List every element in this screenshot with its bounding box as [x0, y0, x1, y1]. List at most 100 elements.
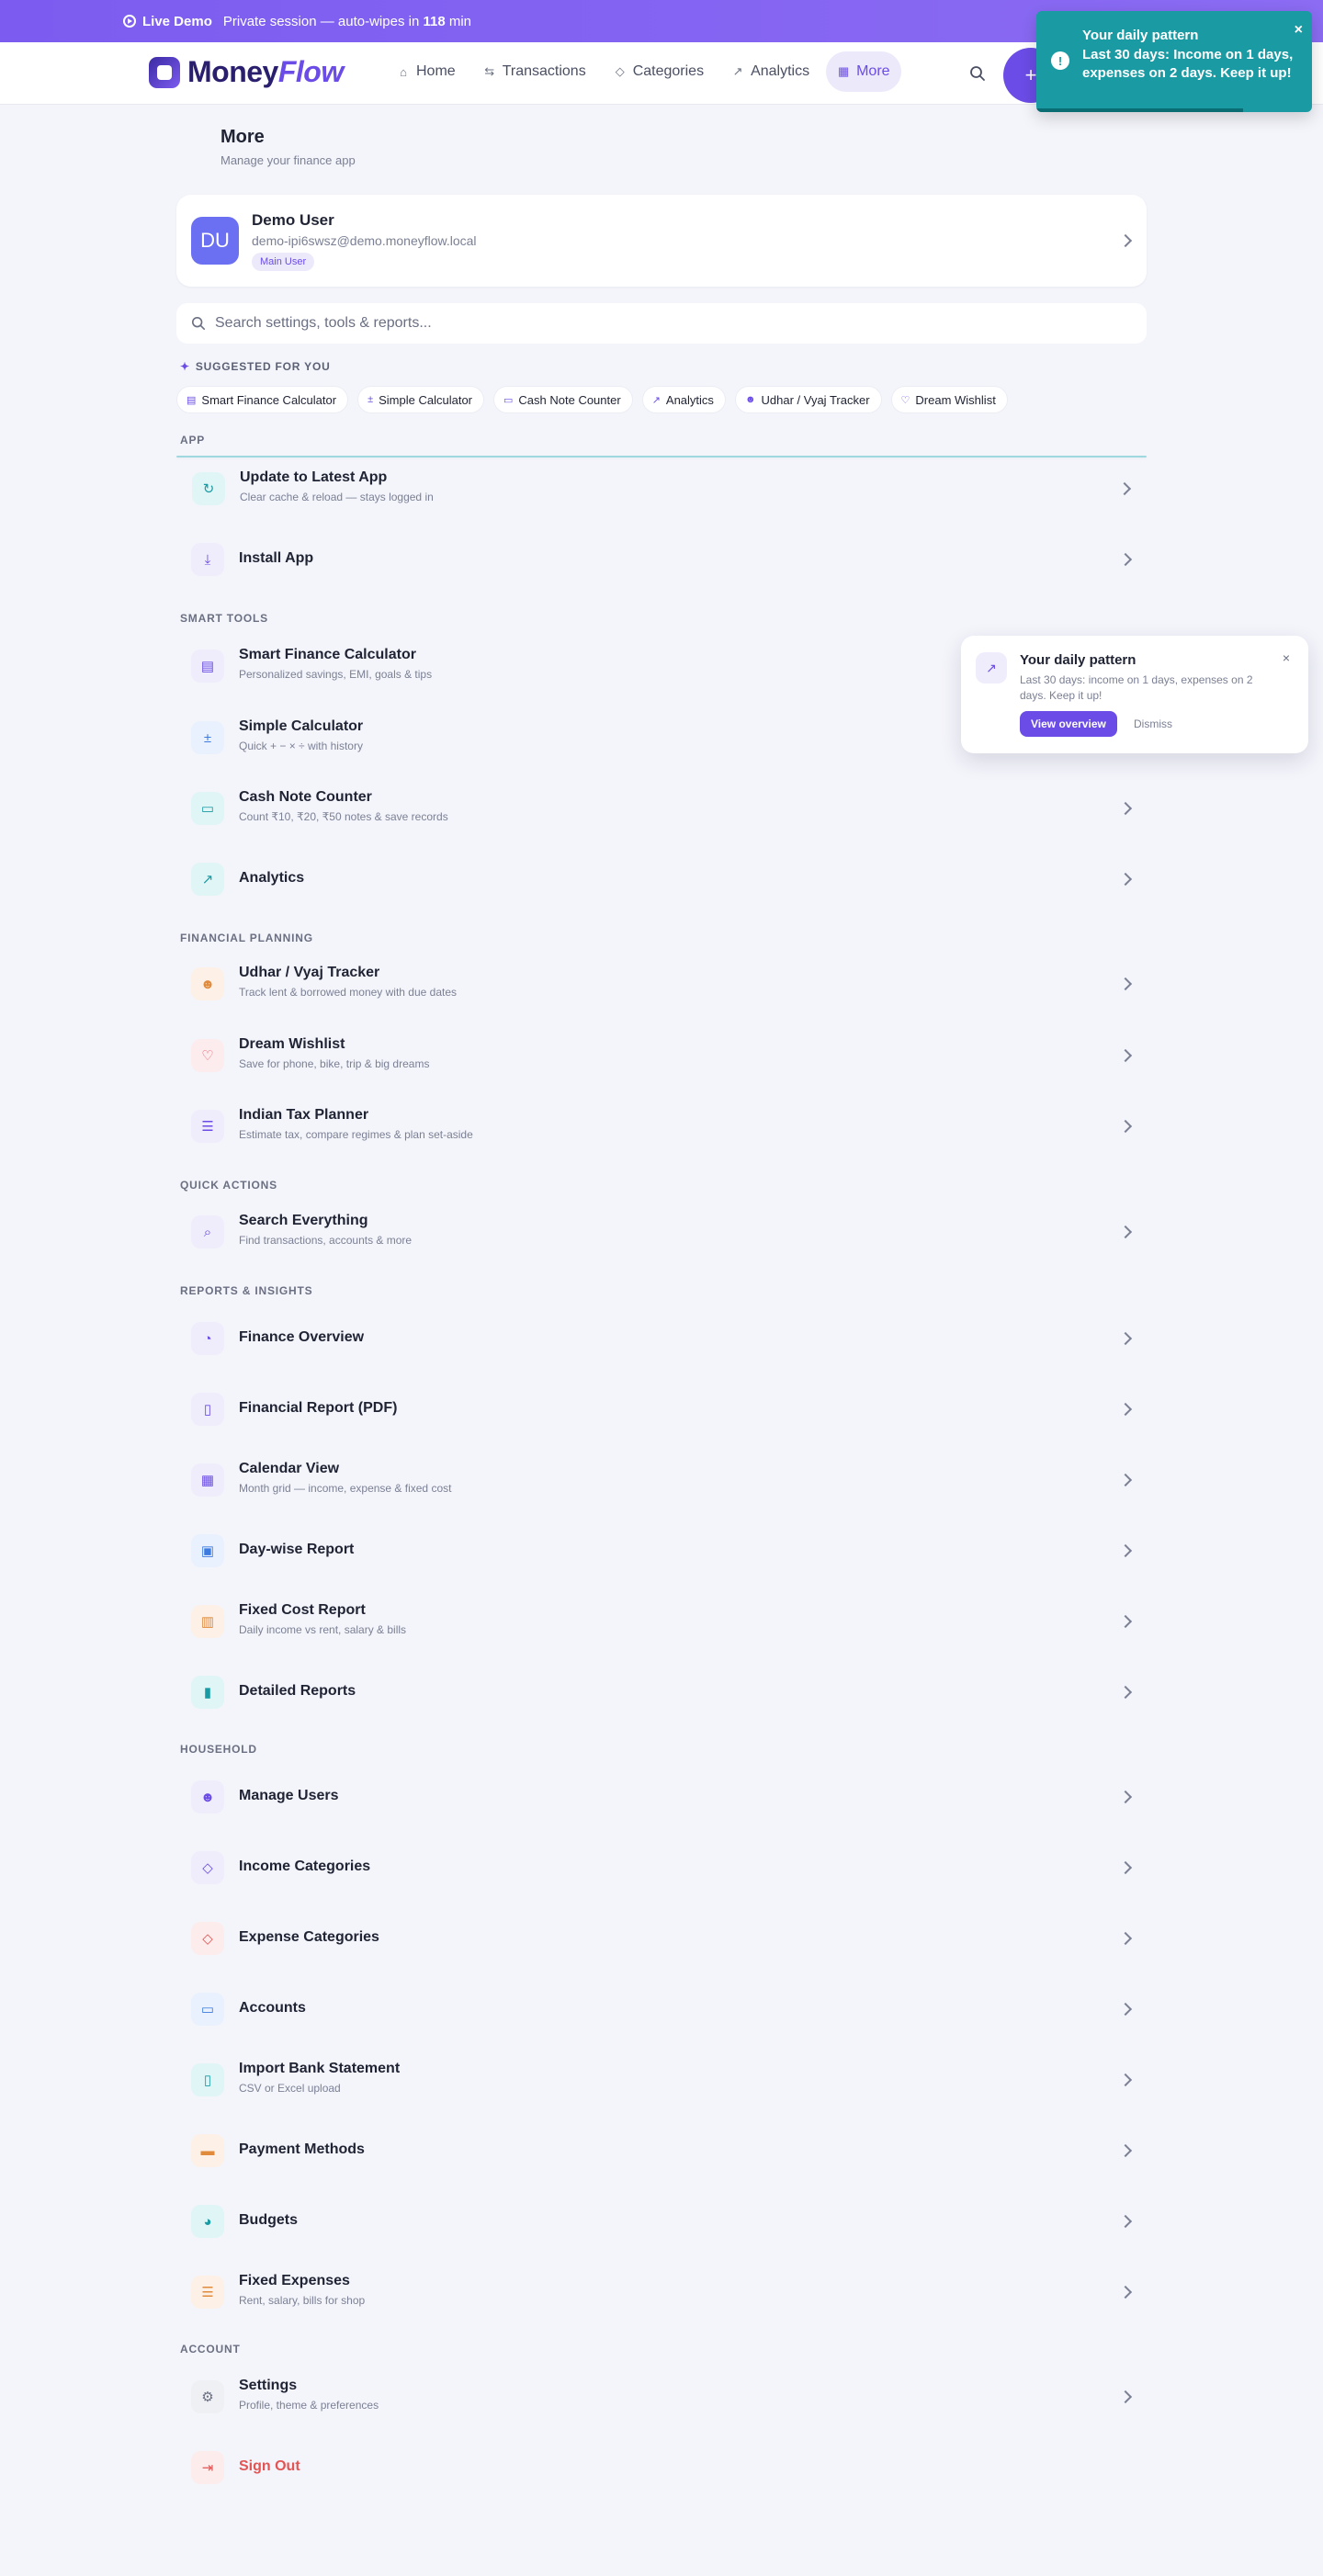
tag-icon: ◇	[615, 64, 625, 78]
update-app-row[interactable]: ↻ Update to Latest App Clear cache & rel…	[176, 456, 1147, 505]
chip-smart-finance-calculator[interactable]: ▤ Smart Finance Calculator	[176, 386, 349, 413]
nav-more[interactable]: ▦ More	[826, 51, 901, 92]
chip-simple-calculator[interactable]: ± Simple Calculator	[357, 386, 484, 413]
nav-categories[interactable]: ◇ Categories	[603, 51, 715, 92]
row-subtitle: Month grid — income, expense & fixed cos…	[239, 1482, 452, 1495]
chip-label: Analytics	[665, 392, 714, 407]
row-title: Detailed Reports	[239, 1683, 356, 1699]
chevron-right-icon	[1118, 1473, 1133, 1487]
chart-icon: ↗	[732, 64, 743, 78]
banner-text: Private session — auto-wipes in	[222, 13, 420, 29]
chip-analytics[interactable]: ↗ Analytics	[641, 386, 726, 413]
row-title: Update to Latest App	[240, 469, 388, 485]
gear-icon: ⚙	[191, 2380, 224, 2413]
live-demo-label: Live Demo	[142, 13, 212, 29]
row-title: Search Everything	[239, 1213, 368, 1228]
section-financial-planning: FINANCIAL PLANNING	[180, 932, 313, 944]
chip-cash-note-counter[interactable]: ▭ Cash Note Counter	[493, 386, 633, 413]
popover-title: Your daily pattern	[1020, 652, 1136, 668]
gauge-icon: ◔	[191, 1322, 224, 1355]
calendar-icon: ▣	[191, 1534, 224, 1567]
tag-icon: ◇	[191, 1851, 224, 1884]
row-subtitle: Quick + − × ÷ with history	[239, 740, 363, 752]
search-input[interactable]	[215, 315, 1042, 332]
suggested-chips: ▤ Smart Finance Calculator ± Simple Calcul…	[176, 386, 1008, 413]
row-subtitle: Personalized savings, EMI, goals & tips	[239, 668, 433, 681]
credit-card-icon: ▬	[191, 2134, 224, 2167]
row-title: Settings	[239, 2378, 298, 2393]
file-upload-icon: ▯	[191, 2063, 224, 2096]
users-icon: ☻	[744, 394, 756, 405]
row-subtitle: Count ₹10, ₹20, ₹50 notes & save records	[239, 810, 448, 823]
row-title: Income Categories	[239, 1859, 371, 1874]
dismiss-button[interactable]: Dismiss	[1134, 711, 1172, 737]
settings-search	[176, 303, 1147, 344]
profile-card[interactable]: DU Demo User demo-ipi6swsz@demo.moneyflo…	[176, 195, 1147, 287]
users-icon: ☻	[191, 967, 224, 1000]
app-logo[interactable]: MoneyFlow	[149, 55, 344, 89]
row-title: Smart Finance Calculator	[239, 647, 416, 662]
nav-search-button[interactable]	[963, 59, 992, 88]
banknote-icon: ▭	[503, 394, 514, 406]
page-subtitle: Manage your finance app	[220, 153, 356, 167]
document-icon: ☰	[191, 1110, 224, 1143]
chevron-right-icon	[1118, 2073, 1133, 2087]
toast-progress-bar	[1036, 108, 1243, 112]
row-subtitle: Clear cache & reload — stays logged in	[240, 491, 434, 503]
popover-close-button[interactable]: ×	[1283, 650, 1290, 665]
row-title: Fixed Expenses	[239, 2273, 350, 2288]
play-icon	[123, 15, 136, 28]
chip-label: Udhar / Vyaj Tracker	[761, 392, 870, 407]
row-title: Cash Note Counter	[239, 789, 372, 805]
chart-icon: ↗	[651, 394, 661, 406]
chip-udhar-vyaj-tracker[interactable]: ☻ Udhar / Vyaj Tracker	[734, 386, 882, 413]
row-subtitle: Find transactions, accounts & more	[239, 1234, 413, 1247]
row-subtitle: Save for phone, bike, trip & big dreams	[239, 1057, 430, 1070]
chart-icon: ↗	[976, 652, 1007, 684]
chevron-right-icon	[1118, 2285, 1133, 2299]
row-title: Payment Methods	[239, 2141, 365, 2157]
nav-home[interactable]: ⌂ Home	[386, 51, 467, 92]
logo-icon	[149, 56, 180, 88]
row-title: Udhar / Vyaj Tracker	[239, 965, 380, 980]
file-pdf-icon: ▯	[191, 1393, 224, 1426]
page-title: More	[220, 127, 265, 147]
row-title: Financial Report (PDF)	[239, 1400, 398, 1416]
section-app: APP	[180, 434, 206, 446]
chevron-right-icon	[1118, 801, 1133, 816]
toast-close-button[interactable]: ×	[1295, 22, 1303, 39]
chart-icon: ↗	[191, 863, 224, 896]
section-reports-insights: REPORTS & INSIGHTS	[180, 1284, 313, 1297]
chevron-right-icon	[1118, 2143, 1133, 2158]
chevron-right-icon	[1118, 1790, 1133, 1804]
chevron-right-icon	[1118, 1402, 1133, 1417]
search-icon	[191, 316, 206, 331]
home-icon: ⌂	[400, 64, 407, 79]
calculator-icon: ▤	[187, 394, 197, 406]
chip-label: Simple Calculator	[379, 392, 472, 407]
tag-icon: ◇	[191, 1922, 224, 1955]
nav-analytics[interactable]: ↗ Analytics	[720, 51, 820, 92]
view-overview-button[interactable]: View overview	[1020, 711, 1117, 737]
suggested-heading: ✦ SUGGESTED FOR YOU	[180, 360, 331, 373]
search-icon: ⌕	[191, 1215, 224, 1248]
chevron-right-icon	[1118, 2214, 1133, 2229]
nav-transactions[interactable]: ⇆ Transactions	[472, 51, 597, 92]
daily-pattern-popover: ↗ Your daily pattern Last 30 days: incom…	[961, 636, 1308, 753]
info-icon: !	[1051, 51, 1069, 70]
chevron-right-icon	[1118, 2002, 1133, 2017]
logo-text-flow: Flow	[277, 55, 344, 88]
row-title: Fixed Cost Report	[239, 1602, 366, 1618]
row-subtitle: CSV or Excel upload	[239, 2082, 341, 2095]
chevron-right-icon	[1118, 977, 1133, 991]
nav-home-label: Home	[416, 63, 456, 79]
nav-links: ⌂ Home ⇆ Transactions ◇ Categories ↗ Ana…	[386, 51, 901, 92]
chip-dream-wishlist[interactable]: ♡ Dream Wishlist	[890, 386, 1008, 413]
heart-icon: ♡	[900, 394, 910, 406]
banner-minutes-unit: min	[448, 13, 472, 29]
row-title: Install App	[239, 550, 314, 566]
chip-label: Cash Note Counter	[518, 392, 621, 407]
store-icon: ▥	[191, 1605, 224, 1638]
heart-icon: ♡	[191, 1039, 224, 1072]
section-smart-tools: SMART TOOLS	[180, 612, 268, 625]
